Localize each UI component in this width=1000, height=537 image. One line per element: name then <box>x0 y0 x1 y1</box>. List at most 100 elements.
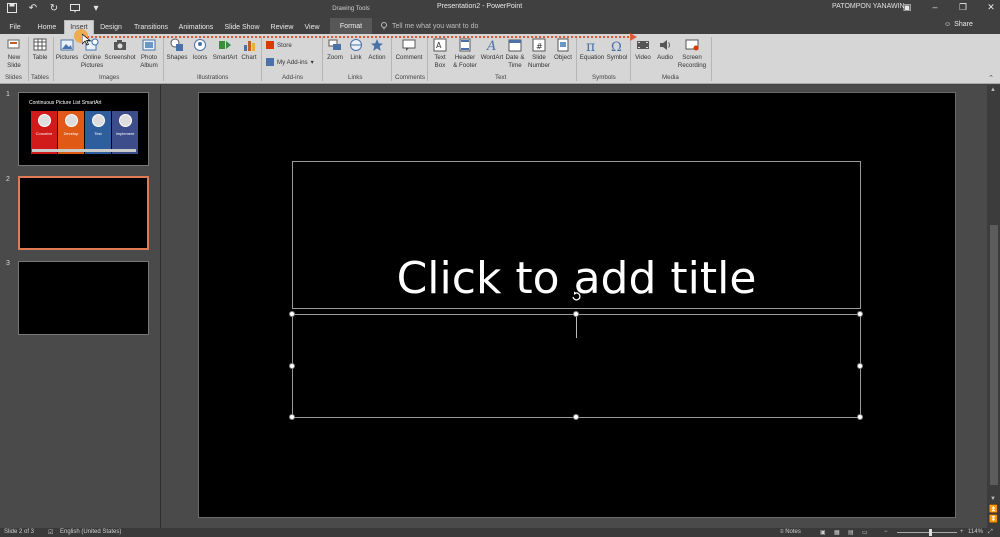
tab-format[interactable]: Format <box>330 18 372 34</box>
undo-icon[interactable]: ↶ <box>27 2 39 14</box>
object-button[interactable]: Object <box>552 37 574 62</box>
screenshot-button[interactable]: Screenshot <box>104 37 136 62</box>
start-from-beginning-icon[interactable] <box>69 2 81 14</box>
chart-button[interactable]: Chart <box>239 37 259 62</box>
new-slide-button[interactable]: New Slide <box>4 37 24 69</box>
slide-thumbnail-2[interactable] <box>18 176 149 250</box>
zoom-level[interactable]: 114% <box>968 529 983 535</box>
resize-handle-left[interactable] <box>289 363 295 369</box>
tab-slide-show[interactable]: Slide Show <box>222 20 262 34</box>
scroll-up-icon[interactable]: ▲ <box>990 87 996 93</box>
next-slide-icon[interactable]: ⏬ <box>989 515 998 523</box>
chart-label: Chart <box>241 54 257 61</box>
reading-view-icon[interactable]: ▤ <box>848 529 854 536</box>
icons-icon <box>194 39 206 51</box>
group-links: Links <box>348 74 363 81</box>
ribbon-display-options-icon[interactable]: ▣ <box>902 2 912 13</box>
minimize-icon[interactable]: – <box>930 2 940 13</box>
action-button[interactable]: Action <box>366 37 388 62</box>
tell-me-search[interactable]: Tell me what you want to do <box>380 22 478 30</box>
resize-handle-bottom-left[interactable] <box>289 414 295 420</box>
zoom-out-icon[interactable]: − <box>884 529 888 535</box>
tab-review[interactable]: Review <box>268 20 296 34</box>
calendar-icon <box>508 39 522 52</box>
rotation-stem <box>576 314 577 338</box>
equation-button[interactable]: π Equation <box>578 37 606 62</box>
icons-button[interactable]: Icons <box>189 37 211 62</box>
tab-file[interactable]: File <box>4 20 26 34</box>
smartart-label: Test <box>94 131 102 136</box>
spellcheck-icon[interactable]: ☑ <box>48 529 53 536</box>
comment-button[interactable]: Comment <box>393 37 425 62</box>
date-time-button[interactable]: Date & Time <box>504 37 526 69</box>
resize-handle-right[interactable] <box>857 363 863 369</box>
zoom-button[interactable]: Zoom <box>324 37 346 62</box>
smartart-label: Conceive <box>35 131 53 136</box>
screen-recording-button[interactable]: Screen Recording <box>676 37 708 69</box>
slide-sorter-icon[interactable]: ▦ <box>834 529 840 536</box>
group-comments: Comments <box>395 74 425 81</box>
action-label: Action <box>368 54 386 61</box>
resize-handle-top-right[interactable] <box>857 311 863 317</box>
close-icon[interactable]: ✕ <box>986 2 996 13</box>
resize-handle-bottom-right[interactable] <box>857 414 863 420</box>
zoom-slider[interactable] <box>897 532 957 533</box>
powerpoint-window: ↶ ↻ ▾ Drawing Tools Presentation2 - Powe… <box>0 0 1000 537</box>
status-bar: Slide 2 of 3 ☑ English (United States) ≡… <box>0 528 1000 537</box>
comment-icon <box>402 39 416 51</box>
scroll-down-icon[interactable]: ▼ <box>990 496 996 502</box>
store-button[interactable]: Store <box>266 41 292 49</box>
audio-button[interactable]: Audio <box>654 37 676 62</box>
resize-handle-top-left[interactable] <box>289 311 295 317</box>
quick-access-toolbar: ↶ ↻ ▾ <box>6 2 102 14</box>
picture-icon <box>60 39 74 51</box>
zoom-slider-thumb[interactable] <box>929 529 932 536</box>
tab-view[interactable]: View <box>300 20 324 34</box>
zoom-in-icon[interactable]: + <box>960 529 964 535</box>
divider <box>576 37 577 81</box>
customize-qat-icon[interactable]: ▾ <box>90 2 102 14</box>
header-footer-button[interactable]: Header & Footer <box>451 37 479 69</box>
zoom-label: Zoom <box>327 54 343 61</box>
notes-button[interactable]: ≡ Notes <box>780 529 801 535</box>
shapes-button[interactable]: Shapes <box>165 37 189 62</box>
slide-thumbnail-3[interactable] <box>18 261 149 335</box>
normal-view-icon[interactable]: ▣ <box>820 529 826 536</box>
resize-handle-bottom[interactable] <box>573 414 579 420</box>
symbol-button[interactable]: Ω Symbol <box>606 37 628 62</box>
tell-me-text: Tell me what you want to do <box>392 22 479 30</box>
previous-slide-icon[interactable]: ⏫ <box>989 505 998 513</box>
tab-animations[interactable]: Animations <box>176 20 216 34</box>
tab-design[interactable]: Design <box>98 20 124 34</box>
slide-number-button[interactable]: # Slide Number <box>526 37 552 69</box>
redo-icon[interactable]: ↻ <box>48 2 60 14</box>
scrollbar-thumb[interactable] <box>990 225 998 485</box>
rotate-handle-icon[interactable] <box>571 291 582 302</box>
document-title: Presentation2 - PowerPoint <box>437 3 523 10</box>
store-label: Store <box>277 41 292 49</box>
slide-thumbnail-1[interactable]: Continuous Picture List SmartArt Conceiv… <box>18 92 149 166</box>
resize-handle-top[interactable] <box>573 311 579 317</box>
fit-to-window-icon[interactable]: ⤢ <box>988 529 993 536</box>
slide-show-icon[interactable]: ▭ <box>862 529 868 536</box>
text-box-button[interactable]: A Text Box <box>429 37 451 69</box>
save-icon[interactable] <box>6 2 18 14</box>
wordart-button[interactable]: A WordArt <box>479 37 505 62</box>
photo-album-button[interactable]: Photo Album <box>136 37 162 69</box>
user-name[interactable]: PATOMPON YANAWIN <box>832 3 905 10</box>
table-button[interactable]: Table <box>30 37 50 62</box>
comment-label: Comment <box>395 54 423 61</box>
language[interactable]: English (United States) <box>60 529 121 535</box>
tab-home[interactable]: Home <box>34 20 60 34</box>
tab-transitions[interactable]: Transitions <box>130 20 172 34</box>
share-button[interactable]: ☺ Share <box>944 21 973 28</box>
restore-icon[interactable]: ❐ <box>958 2 968 13</box>
screen-recording-icon <box>685 39 699 51</box>
link-button[interactable]: Link <box>346 37 366 62</box>
collapse-ribbon-icon[interactable]: ⌃ <box>988 74 994 82</box>
slide-number-label: Slide Number <box>527 54 550 69</box>
divider <box>711 37 712 81</box>
smartart-button[interactable]: SmartArt <box>211 37 239 62</box>
group-text: Text <box>495 74 507 81</box>
my-addins-button[interactable]: My Add-ins ▾ <box>266 58 314 66</box>
